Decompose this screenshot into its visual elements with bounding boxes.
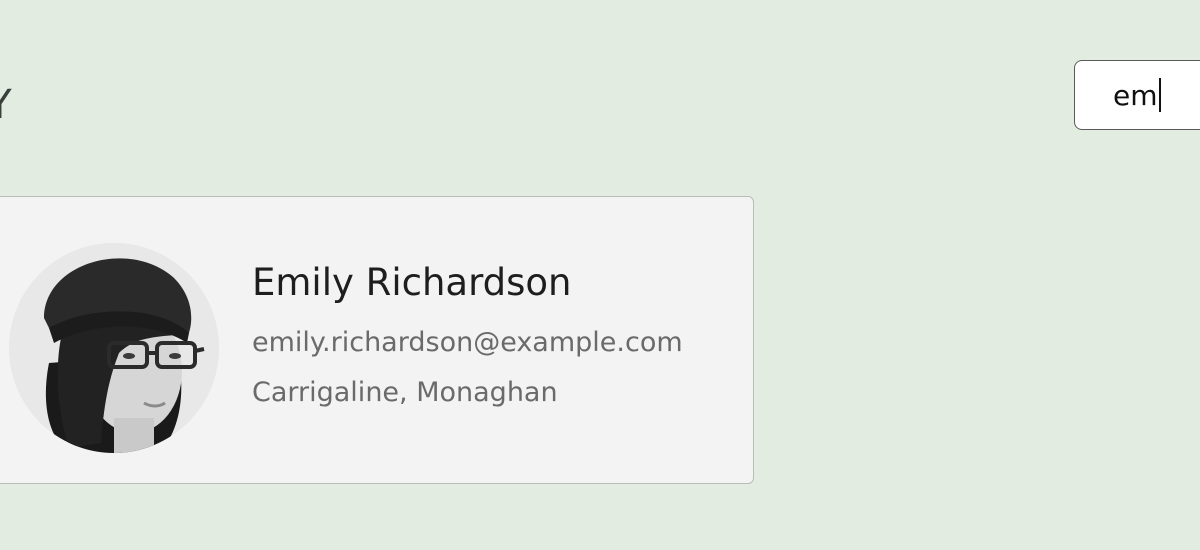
user-card[interactable]: Emily Richardson emily.richardson@exampl… (0, 196, 754, 484)
page-title: RY (0, 82, 14, 128)
user-location: Carrigaline, Monaghan (252, 377, 558, 408)
search-input-value[interactable]: em (1113, 79, 1158, 112)
search-input[interactable]: em (1113, 75, 1161, 115)
text-caret (1158, 78, 1161, 112)
user-name: Emily Richardson (252, 261, 572, 304)
avatar-photo (9, 243, 219, 453)
directory-page: RY em (0, 0, 1200, 550)
user-email: emily.richardson@example.com (252, 327, 683, 358)
search-field[interactable]: em (1074, 60, 1200, 130)
avatar (9, 243, 219, 453)
